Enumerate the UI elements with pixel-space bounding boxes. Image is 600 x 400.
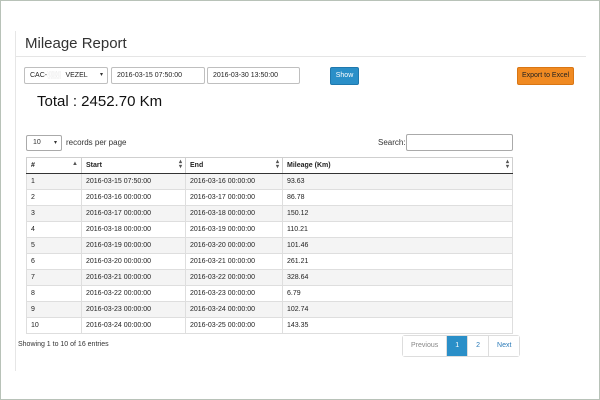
end-datetime-input[interactable]: 2016-03-30 13:50:00 xyxy=(207,67,300,84)
chevron-down-icon: ▾ xyxy=(99,72,103,78)
sort-icon: ▴ ▾ xyxy=(178,159,182,170)
page-2-button[interactable]: 2 xyxy=(468,336,490,356)
row-start: 2016-03-15 07:50:00 xyxy=(81,173,186,190)
table-row: 10 2016-03-24 00:00:00 2016-03-25 00:00:… xyxy=(26,317,513,334)
vehicle-select[interactable]: CAC-░░░ VEZEL ▾ xyxy=(24,67,108,84)
page-length-value: 10 xyxy=(33,139,41,146)
row-start: 2016-03-17 00:00:00 xyxy=(81,205,186,222)
row-mileage: 143.35 xyxy=(282,317,513,334)
row-mileage: 86.78 xyxy=(282,189,513,206)
row-start: 2016-03-24 00:00:00 xyxy=(81,317,186,334)
row-number: 6 xyxy=(26,253,82,270)
sort-ascending-icon: ▲ xyxy=(72,161,78,167)
row-end: 2016-03-20 00:00:00 xyxy=(185,237,283,254)
page-length-select[interactable]: 10 ▾ xyxy=(26,135,62,151)
row-end: 2016-03-22 00:00:00 xyxy=(185,269,283,286)
start-datetime-input[interactable]: 2016-03-15 07:50:00 xyxy=(111,67,205,84)
column-header-number[interactable]: # ▲ xyxy=(26,157,82,174)
row-end: 2016-03-18 00:00:00 xyxy=(185,205,283,222)
show-button[interactable]: Show xyxy=(330,67,359,85)
vehicle-prefix: CAC- xyxy=(30,72,48,79)
row-end: 2016-03-23 00:00:00 xyxy=(185,285,283,302)
column-header-mileage[interactable]: Mileage (Km) ▴ ▾ xyxy=(282,157,513,174)
search-label: Search: xyxy=(378,138,406,147)
row-start: 2016-03-20 00:00:00 xyxy=(81,253,186,270)
table-header-row: # ▲ Start ▴ ▾ End ▴ ▾ Mileage (Km) ▴ ▾ xyxy=(26,157,513,174)
row-mileage: 150.12 xyxy=(282,205,513,222)
row-end: 2016-03-16 00:00:00 xyxy=(185,173,283,190)
column-header-end[interactable]: End ▴ ▾ xyxy=(185,157,283,174)
table-row: 8 2016-03-22 00:00:00 2016-03-23 00:00:0… xyxy=(26,285,513,302)
row-number: 4 xyxy=(26,221,82,238)
report-panel: Mileage Report CAC-░░░ VEZEL ▾ 2016-03-1… xyxy=(15,31,586,371)
vehicle-masked-text: ░░░ xyxy=(47,72,61,79)
column-header-start[interactable]: Start ▴ ▾ xyxy=(81,157,186,174)
page-title: Mileage Report xyxy=(25,35,127,52)
row-number: 1 xyxy=(26,173,82,190)
row-mileage: 101.46 xyxy=(282,237,513,254)
table-row: 7 2016-03-21 00:00:00 2016-03-22 00:00:0… xyxy=(26,269,513,286)
table-row: 5 2016-03-19 00:00:00 2016-03-20 00:00:0… xyxy=(26,237,513,254)
row-number: 5 xyxy=(26,237,82,254)
table-row: 6 2016-03-20 00:00:00 2016-03-21 00:00:0… xyxy=(26,253,513,270)
chevron-down-icon: ▾ xyxy=(53,140,57,146)
row-start: 2016-03-23 00:00:00 xyxy=(81,301,186,318)
row-number: 8 xyxy=(26,285,82,302)
page-length-label: records per page xyxy=(66,138,127,147)
row-number: 9 xyxy=(26,301,82,318)
row-start: 2016-03-19 00:00:00 xyxy=(81,237,186,254)
table-row: 9 2016-03-23 00:00:00 2016-03-24 00:00:0… xyxy=(26,301,513,318)
row-start: 2016-03-22 00:00:00 xyxy=(81,285,186,302)
search-input[interactable] xyxy=(406,134,513,151)
pagination: Previous 1 2 Next xyxy=(402,335,521,357)
window-frame: Mileage Report CAC-░░░ VEZEL ▾ 2016-03-1… xyxy=(0,0,600,400)
row-mileage: 110.21 xyxy=(282,221,513,238)
total-mileage: Total : 2452.70 Km xyxy=(37,93,163,110)
row-end: 2016-03-25 00:00:00 xyxy=(185,317,283,334)
previous-page-button[interactable]: Previous xyxy=(403,336,448,356)
row-number: 10 xyxy=(26,317,82,334)
next-page-button[interactable]: Next xyxy=(489,336,520,356)
row-mileage: 102.74 xyxy=(282,301,513,318)
sort-icon: ▴ ▾ xyxy=(505,159,509,170)
table-row: 4 2016-03-18 00:00:00 2016-03-19 00:00:0… xyxy=(26,221,513,238)
table-info: Showing 1 to 10 of 16 entries xyxy=(18,341,109,348)
page-1-button[interactable]: 1 xyxy=(447,336,469,356)
row-number: 7 xyxy=(26,269,82,286)
table-row: 2 2016-03-16 00:00:00 2016-03-17 00:00:0… xyxy=(26,189,513,206)
row-end: 2016-03-21 00:00:00 xyxy=(185,253,283,270)
row-start: 2016-03-18 00:00:00 xyxy=(81,221,186,238)
row-mileage: 93.63 xyxy=(282,173,513,190)
row-start: 2016-03-16 00:00:00 xyxy=(81,189,186,206)
sort-icon: ▴ ▾ xyxy=(275,159,279,170)
row-mileage: 261.21 xyxy=(282,253,513,270)
export-excel-button[interactable]: Export to Excel xyxy=(517,67,574,85)
row-mileage: 6.79 xyxy=(282,285,513,302)
vehicle-name: VEZEL xyxy=(65,72,88,79)
title-divider xyxy=(16,56,586,57)
table-row: 3 2016-03-17 00:00:00 2016-03-18 00:00:0… xyxy=(26,205,513,222)
row-number: 2 xyxy=(26,189,82,206)
row-number: 3 xyxy=(26,205,82,222)
row-end: 2016-03-24 00:00:00 xyxy=(185,301,283,318)
mileage-table: # ▲ Start ▴ ▾ End ▴ ▾ Mileage (Km) ▴ ▾ 1… xyxy=(26,157,513,334)
row-start: 2016-03-21 00:00:00 xyxy=(81,269,186,286)
row-mileage: 328.64 xyxy=(282,269,513,286)
row-end: 2016-03-17 00:00:00 xyxy=(185,189,283,206)
row-end: 2016-03-19 00:00:00 xyxy=(185,221,283,238)
table-row: 1 2016-03-15 07:50:00 2016-03-16 00:00:0… xyxy=(26,173,513,190)
